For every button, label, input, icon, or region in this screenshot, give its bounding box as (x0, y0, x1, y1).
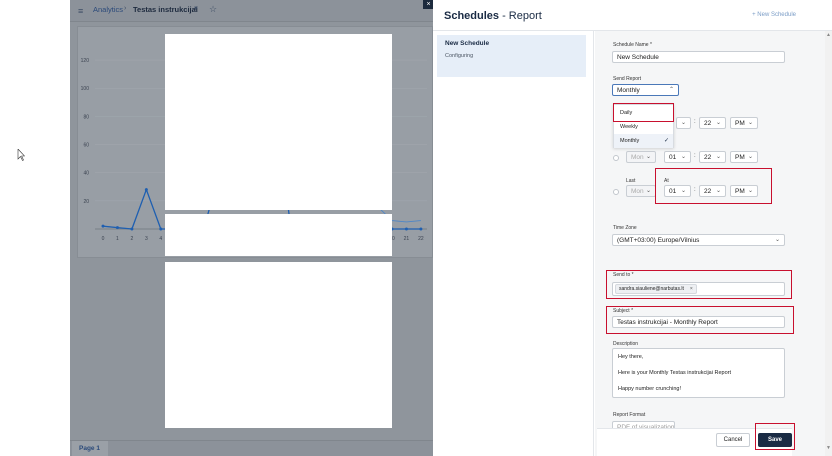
chevron-down-icon: ⌄ (715, 154, 721, 160)
option-monthly[interactable]: Monthly ✓ (614, 134, 673, 148)
description-line: Here is your Monthly Testas instrukcijai… (618, 370, 731, 376)
highlight-subject (606, 306, 794, 334)
x-tick-label: 22 (418, 236, 424, 242)
hour-select-1[interactable]: ⌄ (676, 117, 691, 129)
schedule-list-item[interactable]: New Schedule Configuring (437, 35, 586, 77)
chevron-down-icon: ⌄ (747, 154, 753, 160)
description-line: Happy number crunching! (618, 386, 681, 392)
weekday-select-2[interactable]: Mon ⌄ (626, 151, 656, 163)
star-icon[interactable]: ☆ (209, 4, 217, 15)
chevron-down-icon[interactable]: ▼ (193, 6, 199, 12)
data-point (130, 227, 134, 231)
minute-select-1[interactable]: 22 ⌄ (699, 117, 726, 129)
y-tick-label: 40 (83, 171, 89, 177)
highlight-send-to (606, 270, 792, 299)
report-format-label: Report Format (613, 412, 646, 418)
list-divider (593, 31, 594, 456)
chevron-down-icon: ⌄ (645, 154, 651, 160)
x-tick-label: 3 (145, 236, 148, 242)
chevron-down-icon: ⌄ (715, 120, 721, 126)
check-icon: ✓ (663, 138, 669, 144)
menu-icon[interactable]: ≡ (78, 6, 83, 16)
recipients-section (165, 262, 392, 428)
cancel-button[interactable]: Cancel (716, 433, 750, 447)
ampm-select-2[interactable]: PM ⌄ (730, 151, 758, 163)
new-schedule-link[interactable]: + New Schedule (752, 12, 796, 18)
time-colon: : (694, 153, 696, 159)
day-of-week-radio[interactable] (613, 155, 619, 161)
x-tick-label: 1 (116, 236, 119, 242)
ampm-select-1[interactable]: PM ⌄ (730, 117, 758, 129)
data-point (115, 226, 119, 230)
x-tick-label: 4 (159, 236, 162, 242)
data-point (101, 224, 105, 228)
x-tick-label: 2 (131, 236, 134, 242)
page-tab[interactable]: Page 1 (72, 441, 108, 456)
send-report-label: Send Report (613, 76, 642, 82)
y-tick-label: 20 (83, 199, 89, 205)
minute-select-2[interactable]: 22 ⌄ (699, 151, 726, 163)
schedule-name-text: New Schedule (445, 40, 490, 47)
option-weekly[interactable]: Weekly (614, 120, 673, 134)
weekday-select-3[interactable]: Mon ⌄ (626, 185, 656, 197)
y-tick-label: 80 (83, 114, 89, 120)
data-point (144, 188, 148, 192)
schedule-name-input[interactable]: New Schedule (612, 51, 785, 63)
chevron-down-icon: ⌄ (680, 154, 686, 160)
highlight-time-box (655, 168, 772, 204)
chevron-up-icon: ⌃ (668, 87, 674, 93)
schedule-name-label: Schedule Name * (613, 42, 652, 48)
highlight-save (755, 423, 795, 450)
highlight-daily-option (613, 103, 674, 122)
last-day-radio[interactable] (613, 189, 619, 195)
scroll-down-icon[interactable]: ▼ (826, 445, 831, 451)
schedule-status-text: Configuring (445, 53, 474, 59)
timezone-label: Time Zone (613, 225, 637, 231)
chevron-down-icon: ⌄ (774, 237, 780, 243)
send-report-select[interactable]: Monthly ⌃ (612, 84, 679, 96)
chevron-down-icon: ⌄ (747, 120, 753, 126)
description-label: Description (613, 341, 639, 347)
data-point (159, 227, 163, 231)
x-tick-label: 21 (404, 236, 410, 242)
scrollbar[interactable] (825, 31, 832, 456)
time-colon: : (694, 119, 696, 125)
schedule-section (165, 34, 392, 210)
breadcrumb-separator: › (124, 5, 127, 12)
chevron-down-icon: ⌄ (680, 120, 686, 126)
modal-title: Schedules - Report (444, 10, 542, 22)
x-tick-label: 0 (102, 236, 105, 242)
description-textarea[interactable]: Hey there, Here is your Monthly Testas i… (612, 348, 785, 398)
send-report-value: Monthly (617, 87, 640, 94)
hour-select-2[interactable]: 01 ⌄ (664, 151, 691, 163)
description-line: Hey there, (618, 354, 644, 360)
breadcrumb-analytics[interactable]: Analytics (93, 5, 123, 14)
page-gutter (0, 0, 70, 456)
timezone-section (165, 214, 392, 256)
breadcrumb-current-report[interactable]: Testas instrukcijai (133, 5, 198, 14)
scroll-up-icon[interactable]: ▲ (826, 32, 831, 38)
y-tick-label: 100 (81, 86, 90, 92)
chevron-down-icon: ⌄ (645, 188, 651, 194)
data-point (404, 227, 408, 231)
data-point (419, 227, 423, 231)
y-tick-label: 120 (81, 58, 90, 64)
timezone-select[interactable]: (GMT+03:00) Europe/Vilnius ⌄ (612, 234, 785, 246)
mouse-cursor-icon (17, 149, 25, 161)
page-tabs-bar (70, 440, 433, 456)
y-tick-label: 60 (83, 143, 89, 149)
last-label: Last (626, 178, 636, 184)
